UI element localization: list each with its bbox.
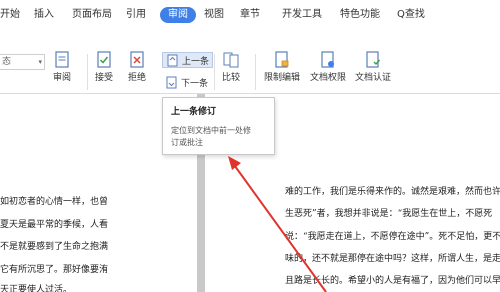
reject-button[interactable]: 拒绝 — [128, 50, 146, 84]
menu-bar: 开始 插入 页面布局 引用 审阅 视图 章节 开发工具 特色功能 Q查找 — [0, 0, 500, 30]
tooltip-description: 定位到文档中前一处修 订或批注 — [171, 125, 266, 149]
chevron-down-icon: ▾ — [38, 58, 42, 66]
reject-x-icon — [130, 51, 144, 68]
ribbon-divider — [255, 54, 256, 90]
left-page-line: 夏天是最平常的季候，人看 — [0, 220, 109, 230]
right-page-line: 难的工作，我们是乐得来作的。诚然是艰难，然而也许 — [285, 187, 500, 197]
previous-change-button[interactable]: 上一条 — [162, 52, 214, 68]
next-change-icon — [166, 76, 177, 88]
review-doc-icon — [55, 51, 69, 68]
restrict-editing-icon — [275, 51, 289, 68]
compare-button[interactable]: 比较 — [222, 50, 240, 84]
compare-icon — [223, 52, 239, 68]
right-page-line: 生恶死”者，我想并非说是：“我愿生在世上，不愿死 — [285, 209, 493, 219]
document-certify-label: 文档认证 — [355, 73, 392, 83]
left-page-line: 如初恋者的心情一样，也曾 — [0, 197, 109, 207]
document-certify-button[interactable]: 文档认证 — [355, 50, 391, 84]
restrict-editing-button[interactable]: 限制编辑 — [264, 50, 300, 84]
ribbon-divider — [87, 54, 88, 90]
previous-change-label: 上一条 — [182, 56, 210, 67]
right-page-line: 说：“我愿走在道上，不愿停在途中”。死不足怕，更不 — [285, 232, 500, 242]
display-mode-combo[interactable]: 态 ▾ — [0, 54, 45, 70]
next-change-label: 下一条 — [181, 78, 209, 89]
tab-developer[interactable]: 开发工具 — [282, 8, 322, 22]
compare-label: 比较 — [222, 73, 241, 83]
reject-label: 拒绝 — [128, 73, 147, 83]
tab-view[interactable]: 视图 — [204, 8, 224, 22]
left-page-line: 它有所沉思了。那好像要洧 — [0, 265, 109, 275]
review-button[interactable]: 审阅 — [53, 50, 71, 84]
ribbon-toolbar: 态 ▾ 审阅 接受 拒绝 上一条 下一条 比较 限制编辑 文档权限 文档认证 — [0, 30, 500, 94]
tooltip-description-line: 定位到文档中前一处修 — [171, 126, 251, 135]
tooltip-title: 上一条修订 — [171, 107, 217, 117]
tab-references[interactable]: 引用 — [126, 8, 146, 22]
next-change-button[interactable]: 下一条 — [165, 74, 208, 90]
display-mode-value: 态 — [2, 57, 12, 67]
ribbon-divider — [214, 54, 215, 90]
tab-special-features[interactable]: 特色功能 — [340, 8, 380, 22]
tooltip-description-line: 订或批注 — [171, 138, 203, 147]
accept-button[interactable]: 接受 — [95, 50, 113, 84]
restrict-editing-label: 限制编辑 — [264, 73, 301, 83]
left-page-line: 不是就要感到了生命之抱满 — [0, 242, 109, 252]
tab-review[interactable]: 审阅 — [160, 7, 196, 23]
tab-section[interactable]: 章节 — [240, 8, 260, 22]
right-page-line: 且路是长长的。希望小的人是有福了，因为他们可以早 — [285, 276, 500, 286]
document-permission-button[interactable]: 文档权限 — [310, 50, 346, 84]
right-page-line: 味的，还不就是那停在途中吗？这样，所谓人生，是走 — [285, 254, 500, 264]
document-permission-label: 文档权限 — [310, 73, 347, 83]
document-certify-icon — [366, 51, 381, 68]
accept-check-icon — [97, 51, 111, 68]
accept-label: 接受 — [95, 73, 114, 83]
document-permission-icon — [321, 51, 334, 68]
previous-change-icon — [167, 54, 178, 66]
review-label: 审阅 — [53, 73, 72, 83]
tab-insert[interactable]: 插入 — [34, 8, 54, 22]
previous-change-tooltip: 上一条修订 定位到文档中前一处修 订或批注 — [162, 97, 275, 155]
search-tab[interactable]: Q查找 — [397, 8, 425, 22]
left-page-line: 天正要使人过活。 — [0, 285, 73, 292]
tab-page-layout[interactable]: 页面布局 — [72, 8, 112, 22]
tab-home[interactable]: 开始 — [0, 8, 20, 22]
